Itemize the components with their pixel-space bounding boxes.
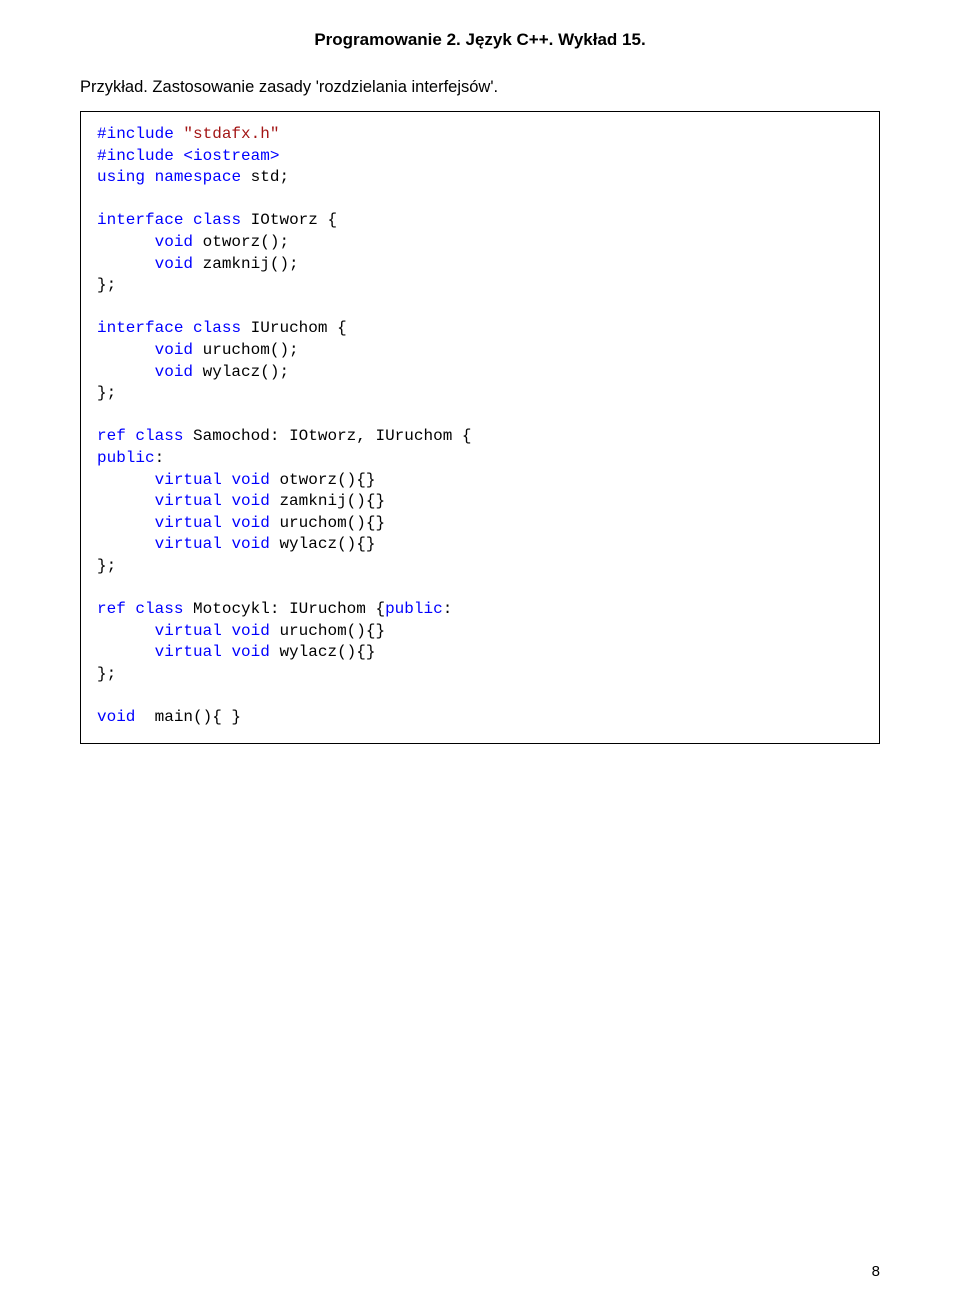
void-keyword: void xyxy=(231,471,269,489)
void-keyword: void xyxy=(231,643,269,661)
zamknij-body: zamknij(){} xyxy=(279,492,385,510)
iuruchom-name: IUruchom { xyxy=(251,319,347,337)
otworz-decl: otworz(); xyxy=(203,233,289,251)
code-box: #include "stdafx.h" #include <iostream> … xyxy=(80,111,880,744)
class-keyword: class xyxy=(135,600,183,618)
close-brace: }; xyxy=(97,384,116,402)
void-keyword: void xyxy=(155,341,193,359)
motocykl-decl: Motocykl: IUruchom { xyxy=(193,600,385,618)
uruchom-body: uruchom(){} xyxy=(279,622,385,640)
uruchom-body: uruchom(){} xyxy=(279,514,385,532)
std-ident: std; xyxy=(251,168,289,186)
stdafx-string: "stdafx.h" xyxy=(183,125,279,143)
class-keyword: class xyxy=(193,319,241,337)
void-keyword: void xyxy=(231,514,269,532)
include-directive: #include xyxy=(97,147,174,165)
namespace-keyword: namespace xyxy=(155,168,241,186)
close-brace: }; xyxy=(97,276,116,294)
class-keyword: class xyxy=(135,427,183,445)
interface-keyword: interface xyxy=(97,319,183,337)
uruchom-decl: uruchom(); xyxy=(203,341,299,359)
close-brace: }; xyxy=(97,557,116,575)
public-keyword: public xyxy=(385,600,443,618)
void-keyword: void xyxy=(231,492,269,510)
class-keyword: class xyxy=(193,211,241,229)
ref-keyword: ref xyxy=(97,600,126,618)
virtual-keyword: virtual xyxy=(155,471,222,489)
void-keyword: void xyxy=(231,535,269,553)
wylacz-decl: wylacz(); xyxy=(203,363,289,381)
example-subtitle: Przykład. Zastosowanie zasady 'rozdziela… xyxy=(80,78,880,97)
public-keyword: public xyxy=(97,449,155,467)
colon: : xyxy=(155,449,165,467)
wylacz-body: wylacz(){} xyxy=(279,643,375,661)
zamknij-decl: zamknij(); xyxy=(203,255,299,273)
void-keyword: void xyxy=(155,255,193,273)
void-keyword: void xyxy=(97,708,135,726)
main-decl: main(){ } xyxy=(155,708,241,726)
page-title: Programowanie 2. Język C++. Wykład 15. xyxy=(80,30,880,50)
virtual-keyword: virtual xyxy=(155,622,222,640)
wylacz-body: wylacz(){} xyxy=(279,535,375,553)
iostream-header: <iostream> xyxy=(183,147,279,165)
otworz-body: otworz(){} xyxy=(279,471,375,489)
ref-keyword: ref xyxy=(97,427,126,445)
page-number: 8 xyxy=(872,1263,880,1280)
iotworz-name: IOtworz { xyxy=(251,211,337,229)
virtual-keyword: virtual xyxy=(155,492,222,510)
virtual-keyword: virtual xyxy=(155,535,222,553)
interface-keyword: interface xyxy=(97,211,183,229)
close-brace: }; xyxy=(97,665,116,683)
virtual-keyword: virtual xyxy=(155,643,222,661)
void-keyword: void xyxy=(231,622,269,640)
using-keyword: using xyxy=(97,168,145,186)
include-directive: #include xyxy=(97,125,174,143)
colon: : xyxy=(443,600,453,618)
samochod-decl: Samochod: IOtworz, IUruchom { xyxy=(193,427,471,445)
void-keyword: void xyxy=(155,363,193,381)
void-keyword: void xyxy=(155,233,193,251)
virtual-keyword: virtual xyxy=(155,514,222,532)
